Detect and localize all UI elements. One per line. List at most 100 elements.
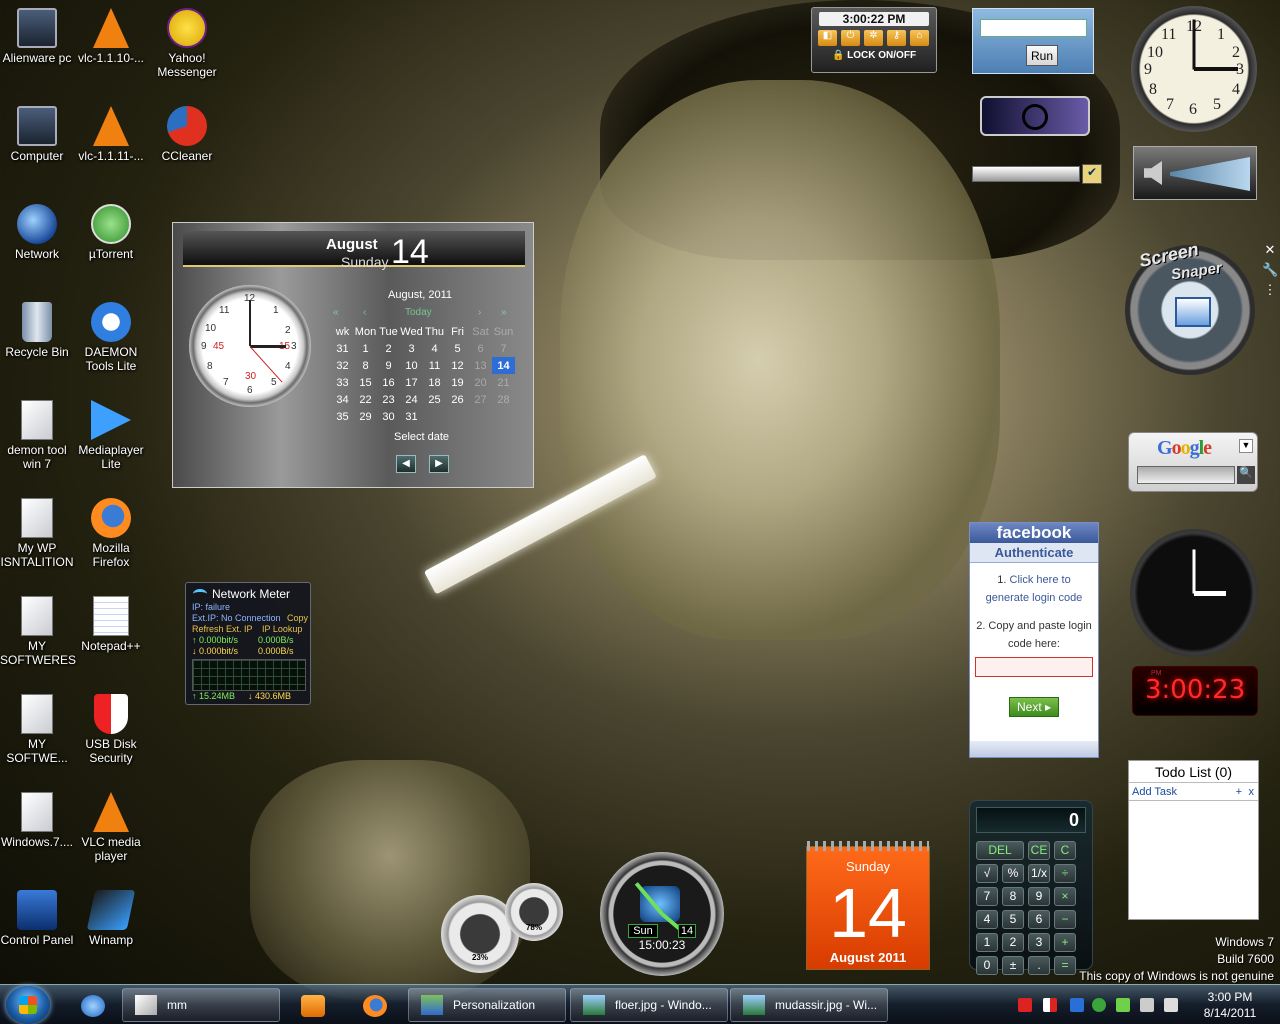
calendar-day-cell[interactable]: 17 [400, 374, 423, 391]
ip-lookup-link[interactable]: IP Lookup [262, 624, 302, 635]
calendar-day-cell[interactable] [469, 408, 492, 425]
desktop-icon[interactable]: Winamp [74, 890, 148, 947]
screen-snaper-gadget[interactable]: Screen Snaper [1125, 239, 1255, 375]
calendar-day-cell[interactable]: 16 [377, 374, 400, 391]
media-player-taskbar-button[interactable] [286, 988, 340, 1022]
calendar-day-cell[interactable]: 29 [354, 408, 377, 425]
taskbar-clock[interactable]: 3:00 PM 8/14/2011 [1190, 989, 1270, 1021]
desktop-icon[interactable]: My WP ISNTALITION [0, 498, 74, 569]
calendar-day-cell[interactable]: 26 [446, 391, 469, 408]
action-center-icon[interactable] [1043, 998, 1057, 1012]
taskbar-task-personalization[interactable]: Personalization [408, 988, 566, 1022]
desktop-icon[interactable]: µTorrent [74, 204, 148, 261]
calculator-key[interactable]: DEL [976, 841, 1024, 860]
window-capture-icon[interactable] [1175, 297, 1211, 327]
calendar-day-cell[interactable]: 25 [423, 391, 446, 408]
start-button[interactable] [6, 986, 50, 1024]
calendar-day-cell[interactable]: 14 [492, 357, 515, 374]
wrench-icon[interactable]: 🔧 [1262, 262, 1278, 280]
network-icon[interactable] [1164, 998, 1178, 1012]
calendar-day-cell[interactable]: 19 [446, 374, 469, 391]
volume-level-slider[interactable] [1170, 157, 1250, 191]
next-year-button[interactable]: » [501, 307, 507, 318]
today-button[interactable]: Today [405, 307, 432, 318]
calendar-day-cell[interactable]: 18 [423, 374, 446, 391]
login-code-input[interactable] [975, 657, 1093, 677]
spell-check-input[interactable] [972, 166, 1080, 182]
calendar-day-cell[interactable]: 11 [423, 357, 446, 374]
previous-month-button[interactable]: ‹ [363, 307, 366, 318]
calendar-day-cell[interactable]: 23 [377, 391, 400, 408]
calculator-key[interactable]: 9 [1028, 887, 1050, 906]
desktop-icon[interactable]: Notepad++ [74, 596, 148, 653]
calculator-key[interactable]: ÷ [1054, 864, 1076, 883]
lock-gadget-button-1[interactable]: ◧ [818, 30, 837, 46]
add-icon[interactable]: + [1236, 783, 1242, 801]
calculator-key[interactable]: 4 [976, 910, 998, 929]
search-icon[interactable]: 🔍 [1237, 466, 1255, 484]
desktop-icon[interactable]: Mediaplayer Lite [74, 400, 148, 471]
calendar-day-cell[interactable]: 15 [354, 374, 377, 391]
desktop-icon[interactable]: Network [0, 204, 74, 261]
calculator-key[interactable]: % [1002, 864, 1024, 883]
previous-year-button[interactable]: « [333, 307, 339, 318]
copy-link[interactable]: Copy [287, 613, 308, 624]
lock-gadget-key-button[interactable]: ⚷ [887, 30, 906, 46]
calendar-day-cell[interactable]: 9 [377, 357, 400, 374]
desktop-icon[interactable]: vlc-1.1.11-... [74, 106, 148, 163]
chevron-down-icon[interactable]: ▼ [1239, 439, 1253, 453]
add-task-link[interactable]: Add Task [1132, 786, 1177, 798]
calendar-day-cell[interactable]: 3 [400, 340, 423, 357]
calculator-key[interactable]: − [1054, 910, 1076, 929]
calculator-key[interactable]: CE [1028, 841, 1050, 860]
calendar-day-cell[interactable]: 28 [492, 391, 515, 408]
calendar-day-cell[interactable]: 22 [354, 391, 377, 408]
next-arrow-button[interactable]: ▶ [429, 455, 449, 473]
lock-gadget-button-3[interactable]: ✲ [864, 30, 883, 46]
calculator-key[interactable]: 5 [1002, 910, 1024, 929]
desktop-icon[interactable]: CCleaner [150, 106, 224, 163]
desktop-icon[interactable]: vlc-1.1.10-... [74, 8, 148, 65]
calendar-day-cell[interactable] [492, 408, 515, 425]
taskbar-task-floer[interactable]: floer.jpg - Windo... [570, 988, 728, 1022]
utorrent-tray-icon[interactable] [1092, 998, 1106, 1012]
run-button[interactable]: Run [1026, 45, 1058, 66]
close-icon[interactable]: ✕ [1262, 242, 1278, 260]
calculator-key[interactable]: + [1054, 933, 1076, 952]
calendar-day-cell[interactable]: 6 [469, 340, 492, 357]
calculator-key[interactable]: × [1054, 887, 1076, 906]
desktop-icon[interactable]: VLC media player [74, 792, 148, 863]
calendar-day-cell[interactable]: 1 [354, 340, 377, 357]
calculator-key[interactable]: 8 [1002, 887, 1024, 906]
taskbar-task-mm[interactable]: mm [122, 988, 280, 1022]
google-search-input[interactable] [1137, 466, 1235, 484]
desktop-icon[interactable]: Windows.7.... [0, 792, 74, 849]
network-status-icon[interactable] [1116, 998, 1130, 1012]
volume-gadget[interactable] [1133, 146, 1257, 200]
calendar-day-cell[interactable]: 13 [469, 357, 492, 374]
desktop-icon[interactable]: USB Disk Security [74, 694, 148, 765]
bluetooth-icon[interactable] [1070, 998, 1084, 1012]
lock-gadget-power-button[interactable]: ⏻ [841, 30, 860, 46]
calendar-day-cell[interactable] [423, 408, 446, 425]
desktop-icon[interactable]: Alienware pc [0, 8, 74, 65]
calculator-key[interactable]: 1/x [1028, 864, 1050, 883]
lock-toggle-label[interactable]: LOCK ON/OFF [847, 50, 916, 61]
calendar-day-cell[interactable]: 4 [423, 340, 446, 357]
calculator-key[interactable]: 2 [1002, 933, 1024, 952]
calendar-day-cell[interactable]: 24 [400, 391, 423, 408]
desktop-icon[interactable]: MY SOFTWE... [0, 694, 74, 765]
calculator-key[interactable]: . [1028, 956, 1050, 975]
desktop-icon[interactable]: MY SOFTWERES [0, 596, 76, 667]
drag-handle-icon[interactable]: ⋮ [1262, 282, 1278, 300]
desktop-icon[interactable]: Control Panel [0, 890, 74, 947]
desktop-icon[interactable]: DAEMON Tools Lite [74, 302, 148, 373]
calendar-day-cell[interactable]: 10 [400, 357, 423, 374]
lock-gadget-button-5[interactable]: ⌂ [910, 30, 929, 46]
previous-arrow-button[interactable]: ◀ [396, 455, 416, 473]
speaker-icon[interactable] [1140, 998, 1154, 1012]
run-command-input[interactable] [980, 19, 1087, 37]
calculator-key[interactable]: 3 [1028, 933, 1050, 952]
calendar-day-cell[interactable] [446, 408, 469, 425]
desktop-icon[interactable]: Mozilla Firefox [74, 498, 148, 569]
